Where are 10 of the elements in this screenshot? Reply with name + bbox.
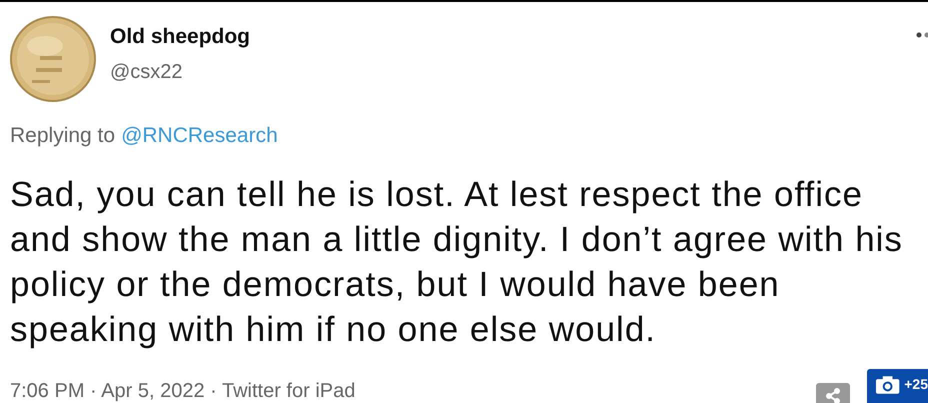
share-icon [824,387,842,403]
replying-label: Replying to [10,123,116,149]
gallery-badge[interactable]: +25 [867,369,928,403]
more-icon[interactable] [916,32,928,38]
share-button[interactable] [816,383,850,403]
author-handle[interactable]: @csx22 [110,56,250,86]
tweet-meta: 7:06 PM · Apr 5, 2022 · Twitter for iPad [9,380,356,403]
tweet-text: Sad, you can tell he is lost. At lest respect the office and show the man a little dignity. I don’t agree with his policy or the democrats, but I would have been speaking with him if no one else would. [9,174,904,350]
camera-icon [875,375,900,395]
author-name[interactable]: Old sheepdog [110,21,250,52]
